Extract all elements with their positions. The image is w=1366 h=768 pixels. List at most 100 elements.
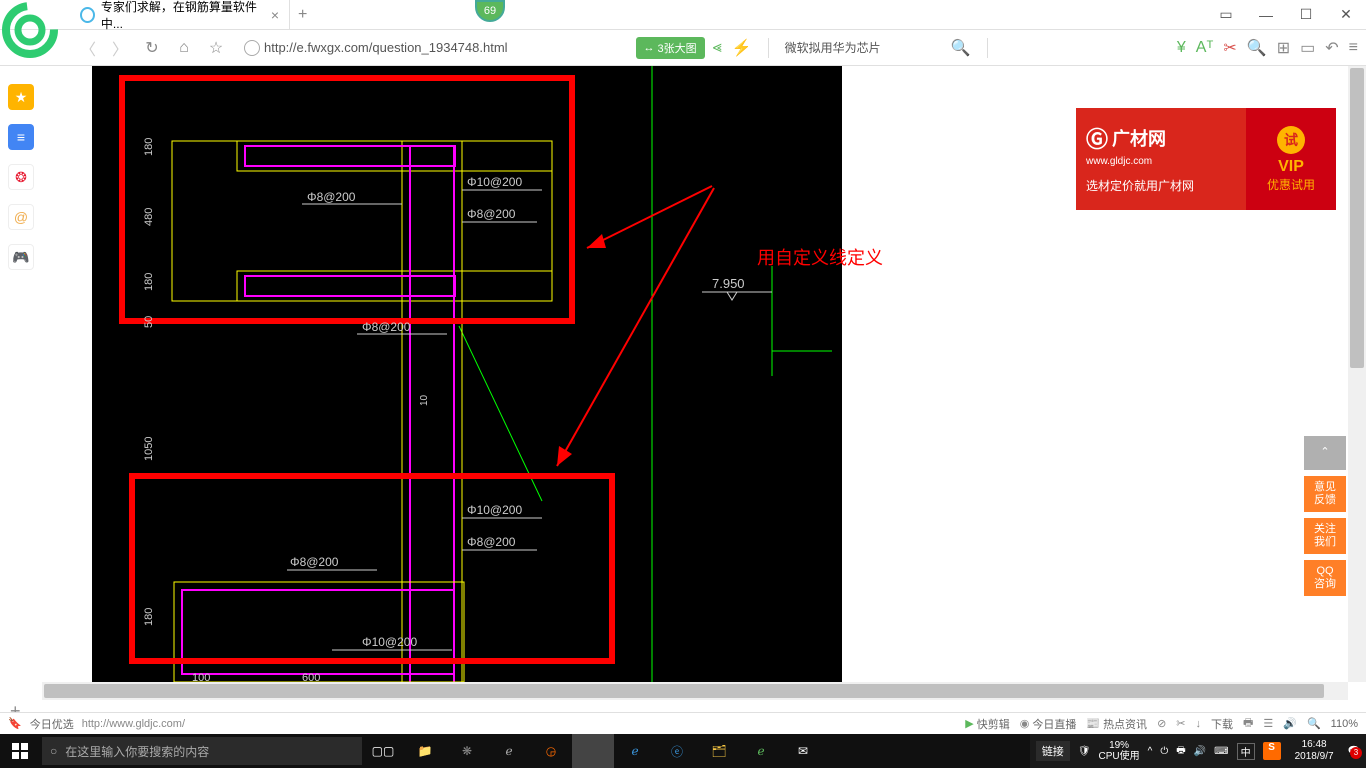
nav-back-icon[interactable]: 〈: [76, 36, 100, 60]
url-box[interactable]: http://e.fwxgx.com/question_1934748.html: [244, 40, 508, 56]
start-button[interactable]: [0, 734, 40, 768]
360browser-icon[interactable]: ℯ: [740, 734, 782, 768]
window-close-icon[interactable]: ✕: [1326, 0, 1366, 30]
wallet-icon[interactable]: ¥: [1177, 39, 1186, 57]
misc-icon[interactable]: ☰: [1263, 717, 1273, 730]
task-icons: ▢▢ 📁 ❋ ℯ ◶ ℯ ⓔ 🗂 ℯ ✉: [362, 734, 824, 768]
sound-icon[interactable]: 🔊: [1283, 717, 1297, 730]
download-label[interactable]: 下载: [1211, 716, 1233, 732]
sidebar-at-icon[interactable]: @: [8, 204, 34, 230]
scrollbar-vertical[interactable]: [1348, 66, 1366, 682]
tray-power-icon[interactable]: ⏻: [1160, 746, 1168, 757]
svg-text:7.950: 7.950: [712, 276, 745, 291]
scissors-icon[interactable]: ✂: [1223, 38, 1236, 58]
separator: [987, 38, 988, 58]
tray-link[interactable]: 链接: [1036, 741, 1070, 761]
search-icon[interactable]: 🔍: [951, 38, 971, 58]
tray-notification-icon[interactable]: 💬: [1348, 746, 1360, 757]
browser-tab[interactable]: 专家们求解，在钢筋算量软件中... ×: [70, 0, 290, 30]
bolt-icon[interactable]: ⚡: [732, 38, 752, 58]
feedback-button[interactable]: 意见 反馈: [1304, 476, 1346, 512]
sidebar-game-icon[interactable]: 🎮: [8, 244, 34, 270]
magnify-icon[interactable]: 🔍: [1247, 38, 1267, 58]
apps-icon[interactable]: ⊞: [1277, 38, 1290, 58]
news-ticker[interactable]: 微软拟用华为芯片: [785, 39, 881, 56]
annotation-text: 用自定义线定义: [757, 244, 883, 270]
tray-ime[interactable]: 中: [1237, 743, 1255, 760]
live-link[interactable]: ◉今日直播: [1020, 716, 1077, 732]
undo-icon[interactable]: ↶: [1325, 38, 1338, 58]
left-sidebar: ★ ≡ ❂ @ 🎮 +: [0, 66, 42, 726]
scrollbar-horizontal[interactable]: [42, 682, 1348, 700]
sidebar-weibo-icon[interactable]: ❂: [8, 164, 34, 190]
tray-keyboard-icon[interactable]: ⌨: [1214, 746, 1228, 757]
separator: [768, 38, 769, 58]
tray-up-icon[interactable]: ^: [1148, 746, 1153, 757]
zoom-icon[interactable]: 🔍: [1307, 717, 1321, 730]
image-count-button[interactable]: ↔ 3张大图: [636, 37, 705, 59]
svg-text:50: 50: [143, 316, 155, 328]
kuaijianjie-link[interactable]: ▶快剪辑: [965, 716, 1009, 732]
scroll-top-button[interactable]: ⌃: [1304, 436, 1346, 470]
hot-link[interactable]: 📰热点资讯: [1086, 716, 1147, 732]
tab-close-icon[interactable]: ×: [271, 7, 279, 23]
notification-badge[interactable]: 69: [475, 0, 505, 22]
screenshot-icon[interactable]: ✂: [1176, 717, 1185, 730]
svg-text:180: 180: [143, 138, 155, 156]
sidebar-favorites-icon[interactable]: ★: [8, 84, 34, 110]
ad-try-badge: 试: [1277, 126, 1305, 154]
explorer-icon[interactable]: 🗂: [698, 734, 740, 768]
titlebar: 专家们求解，在钢筋算量软件中... × + 69 ▭ — ☐ ✕: [0, 0, 1366, 30]
zoom-level[interactable]: 110%: [1331, 718, 1358, 730]
today-pick-icon: 🔖: [8, 717, 22, 730]
svg-text:10: 10: [419, 394, 430, 406]
reader-icon[interactable]: ▭: [1300, 38, 1315, 58]
right-panel: Ⓖ广材网 www.gldjc.com 选材定价就用广材网 试 VIP 优惠试用: [1076, 66, 1346, 210]
folder-icon[interactable]: 📁: [404, 734, 446, 768]
edge-icon[interactable]: ℯ: [614, 734, 656, 768]
cortana-search[interactable]: ○ 在这里输入你要搜索的内容: [42, 737, 362, 765]
browser-logo-icon[interactable]: [0, 0, 60, 60]
window-maximize-icon[interactable]: ☐: [1286, 0, 1326, 30]
download-icon[interactable]: ↓: [1196, 718, 1202, 730]
follow-button[interactable]: 关注 我们: [1304, 518, 1346, 554]
app2-icon[interactable]: ◶: [530, 734, 572, 768]
sidebar-news-icon[interactable]: ≡: [8, 124, 34, 150]
window-minimize-icon[interactable]: —: [1246, 0, 1286, 30]
today-pick-label[interactable]: 今日优选: [30, 716, 74, 732]
url-text: http://e.fwxgx.com/question_1934748.html: [264, 40, 508, 55]
svg-text:Φ8@200: Φ8@200: [290, 555, 339, 569]
svg-text:1050: 1050: [143, 437, 155, 461]
svg-text:Φ10@200: Φ10@200: [362, 635, 417, 649]
translate-icon[interactable]: Aᵀ: [1196, 39, 1214, 57]
tray-volume-icon[interactable]: 🔊: [1194, 746, 1206, 757]
ad-url: www.gldjc.com: [1086, 156, 1236, 167]
tray-clock[interactable]: 16:48 2018/9/7: [1289, 739, 1340, 763]
tab-favicon-icon: [80, 7, 95, 23]
nav-reload-icon[interactable]: ↻: [140, 36, 164, 60]
edge-classic-icon[interactable]: ℯ: [488, 734, 530, 768]
menu-icon[interactable]: ≡: [1349, 39, 1358, 57]
ad-banner[interactable]: Ⓖ广材网 www.gldjc.com 选材定价就用广材网 试 VIP 优惠试用: [1076, 108, 1336, 210]
page-statusbar: 🔖 今日优选 http://www.gldjc.com/ ▶快剪辑 ◉今日直播 …: [0, 712, 1366, 734]
new-tab-button[interactable]: +: [298, 6, 307, 24]
tray-shield-icon[interactable]: 🛡: [1078, 746, 1091, 757]
app1-icon[interactable]: ❋: [446, 734, 488, 768]
ad-vip-sub: 优惠试用: [1267, 176, 1315, 193]
hover-url: http://www.gldjc.com/: [82, 718, 185, 730]
tray-printer-icon[interactable]: 🖶: [1176, 743, 1185, 760]
taskview-icon[interactable]: ▢▢: [362, 734, 404, 768]
share-icon[interactable]: ⪡: [713, 39, 722, 57]
window-pip-icon[interactable]: ▭: [1206, 0, 1246, 30]
qq-consult-button[interactable]: QQ 咨询: [1304, 560, 1346, 596]
tray-cpu[interactable]: 19% CPU使用: [1099, 740, 1140, 762]
mail-icon[interactable]: ✉: [782, 734, 824, 768]
nav-forward-icon[interactable]: 〉: [108, 36, 132, 60]
nav-favorite-icon[interactable]: ☆: [204, 36, 228, 60]
right-toolbar: ¥ Aᵀ ✂ 🔍 ⊞ ▭ ↶ ≡: [1177, 38, 1358, 58]
print-icon[interactable]: 🖶: [1243, 714, 1253, 733]
adblock-icon[interactable]: ⊘: [1157, 717, 1166, 730]
nav-home-icon[interactable]: ⌂: [172, 36, 196, 60]
tray-sogou-icon[interactable]: S: [1263, 742, 1281, 760]
ie-icon[interactable]: ⓔ: [656, 734, 698, 768]
